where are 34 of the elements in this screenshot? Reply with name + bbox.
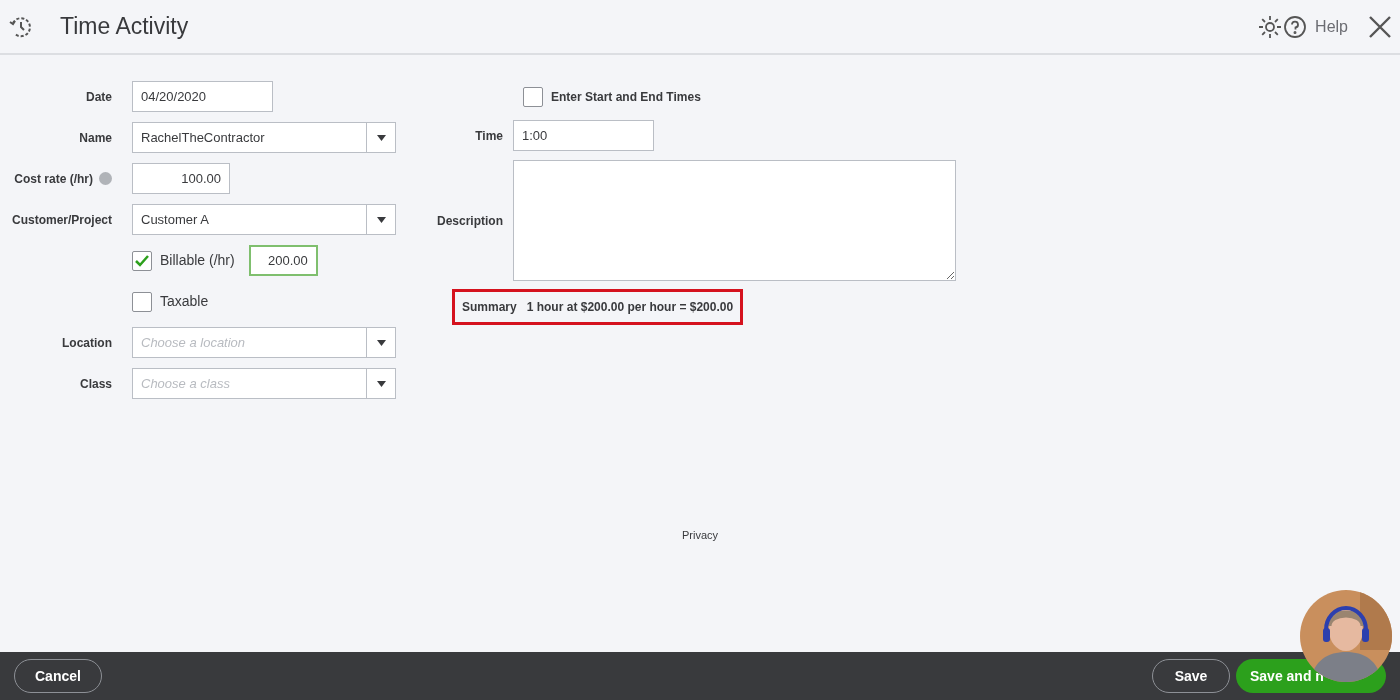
dropdown-field[interactable]: Customer A [132,204,396,235]
caret-icon [376,216,386,223]
checkbox[interactable] [523,86,543,107]
help-button[interactable]: Help [1283,14,1348,39]
rate-field[interactable]: 200.00 [248,245,318,276]
field-label: Date [86,88,112,106]
time-field[interactable]: 1:00 [513,120,654,151]
summary-label: Summary [462,299,517,316]
checkbox[interactable] [132,250,152,271]
field-label: Class [79,375,112,393]
field-label: Location [62,334,112,352]
text-field[interactable]: 04/20/2020 [132,81,273,112]
field-label: Cost rate (/hr) [14,170,93,188]
info-icon[interactable] [99,172,112,185]
settings-icon[interactable] [1257,13,1284,40]
checkbox[interactable] [132,291,152,312]
field-label: Customer/Project [11,211,112,229]
description-field[interactable] [513,160,956,281]
caret-icon [376,339,386,346]
caret-icon [376,380,386,387]
field-label: Description [437,212,503,230]
close-icon[interactable] [1368,14,1392,39]
dropdown-field[interactable]: RachelTheContractor [132,122,396,153]
field-label: Time [475,127,503,145]
help-icon [1283,14,1308,39]
checkbox-label[interactable]: Taxable [160,291,209,312]
privacy-link[interactable]: Privacy [681,527,719,544]
window-title: Time Activity [60,12,189,42]
summary-text: 1 hour at $200.00 per hour = $200.00 [526,299,734,316]
text-field[interactable]: 100.00 [132,163,230,194]
field-label: Name [79,129,112,147]
caret-icon [376,134,386,141]
checkbox-label[interactable]: Enter Start and End Times [551,87,701,106]
checkbox-label[interactable]: Billable (/hr) [160,250,235,271]
